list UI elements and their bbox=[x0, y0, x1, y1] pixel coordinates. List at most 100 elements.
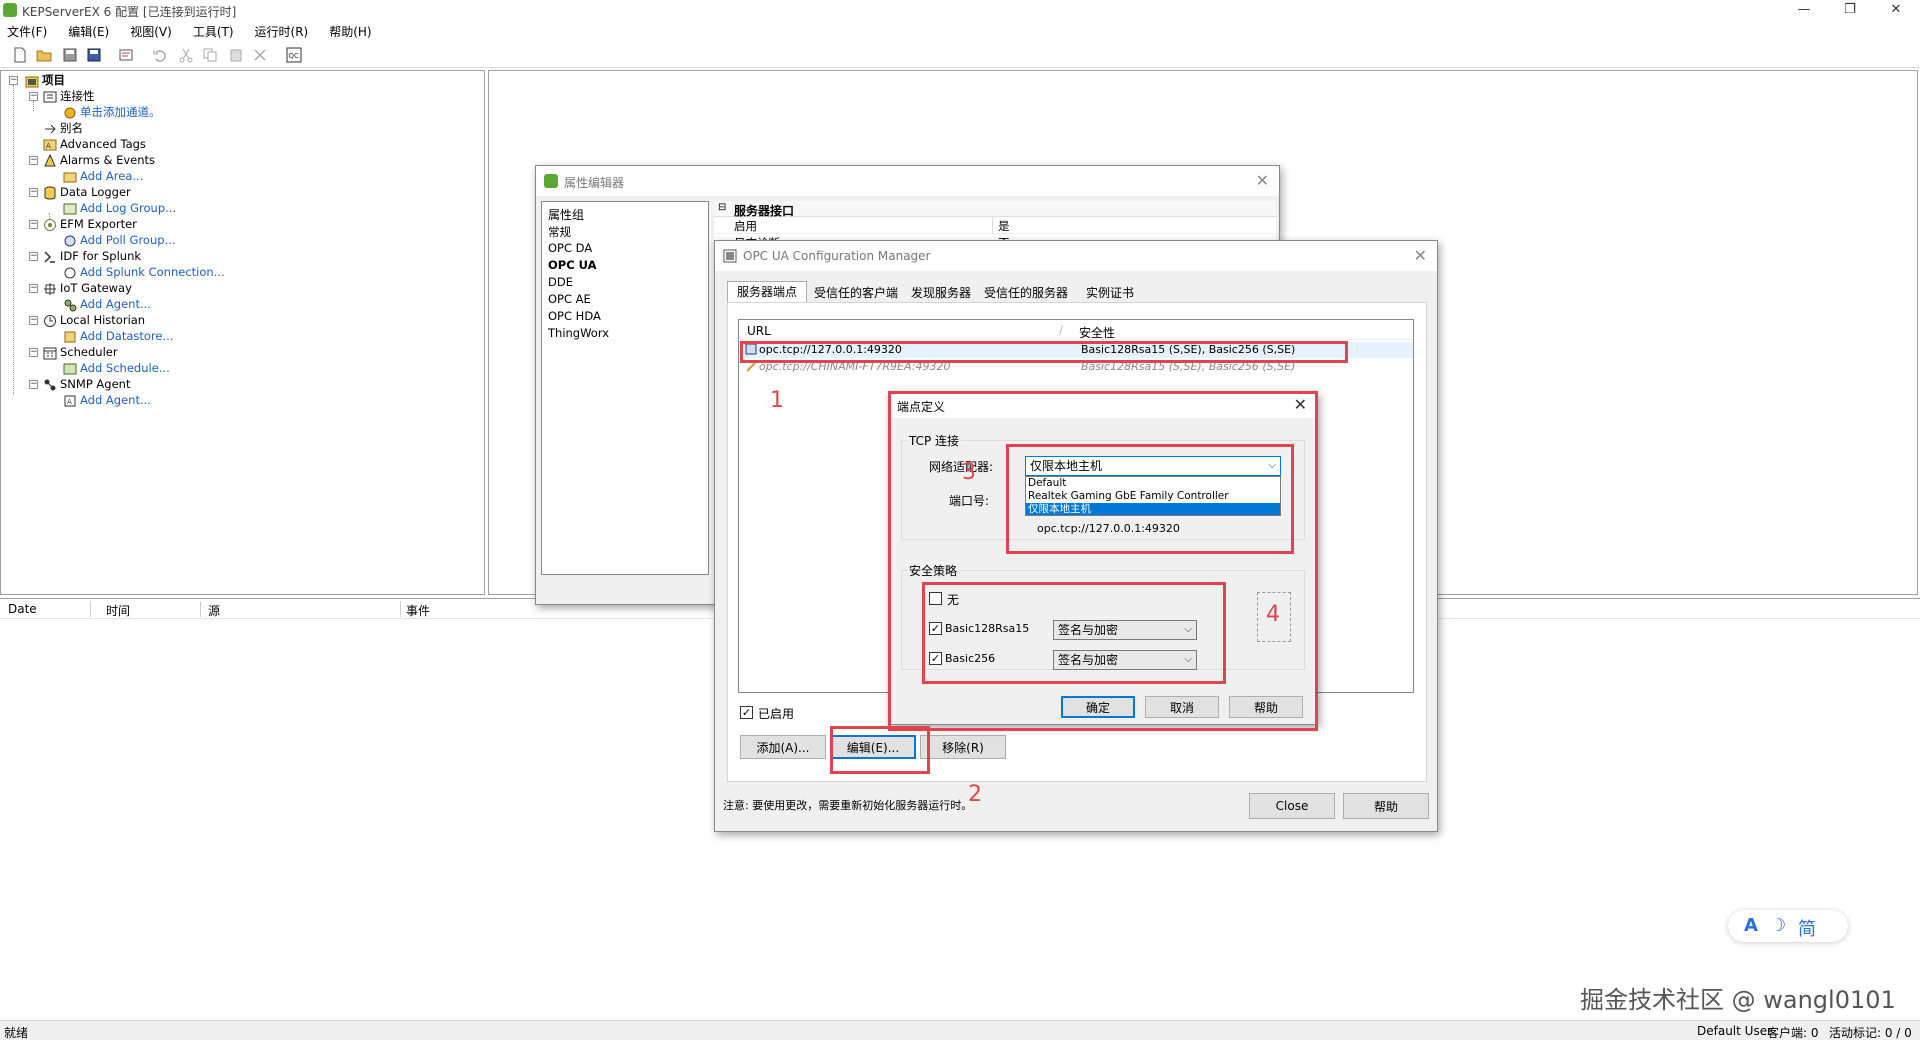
group-opc-hda[interactable]: OPC HDA bbox=[548, 309, 601, 323]
expand-toggle-splunk[interactable]: − bbox=[29, 252, 38, 261]
ime-simplified-label: 简 bbox=[1798, 919, 1816, 940]
adapter-option-realtek[interactable]: Realtek Gaming GbE Family Controller bbox=[1026, 490, 1280, 503]
group-general[interactable]: 常规 bbox=[548, 224, 571, 240]
menu-help[interactable]: 帮助(H) bbox=[329, 22, 371, 42]
endpoint-ok-button[interactable]: 确定 bbox=[1061, 696, 1135, 718]
open-folder-icon[interactable] bbox=[36, 47, 52, 63]
advanced-tags-icon: A bbox=[43, 139, 57, 150]
paste-icon[interactable] bbox=[228, 47, 244, 63]
tab-discovery-servers[interactable]: 发现服务器 bbox=[905, 283, 977, 303]
adapter-option-localhost[interactable]: 仅限本地主机 bbox=[1026, 503, 1280, 515]
tree-item-add-schedule[interactable]: Add Schedule... bbox=[63, 360, 170, 376]
tree-item-alias[interactable]: 别名 bbox=[43, 120, 83, 136]
adapter-combo[interactable]: 仅限本地主机 ⌵ bbox=[1025, 456, 1281, 476]
save-as-icon[interactable] bbox=[86, 47, 102, 63]
cut-icon[interactable] bbox=[178, 47, 194, 63]
menu-edit[interactable]: 编辑(E) bbox=[68, 22, 109, 42]
expand-toggle-scheduler[interactable]: − bbox=[29, 348, 38, 357]
status-text: 就绪 bbox=[4, 1026, 29, 1040]
menu-file[interactable]: 文件(F) bbox=[7, 22, 47, 42]
expand-toggle-connectivity[interactable]: − bbox=[29, 92, 38, 101]
group-opc-ae[interactable]: OPC AE bbox=[548, 292, 591, 306]
menu-view[interactable]: 视图(V) bbox=[130, 22, 172, 42]
opcua-close-button[interactable]: Close bbox=[1249, 793, 1335, 819]
maximize-button[interactable]: ❐ bbox=[1830, 0, 1870, 22]
tree-item-scheduler[interactable]: Scheduler bbox=[43, 344, 118, 360]
enabled-checkbox[interactable]: ✓ bbox=[740, 706, 753, 719]
ime-indicator[interactable]: A ☽ 简 bbox=[1728, 910, 1848, 942]
tree-item-add-area[interactable]: Add Area... bbox=[63, 168, 143, 184]
tree-item-add-agent-iot[interactable]: Add Agent... bbox=[63, 296, 151, 312]
col-security[interactable]: 安全性 bbox=[1079, 324, 1115, 341]
tree-item-idf-splunk[interactable]: IDF for Splunk bbox=[43, 248, 141, 264]
menu-tools[interactable]: 工具(T) bbox=[193, 22, 234, 42]
tree-item-add-datastore[interactable]: Add Datastore... bbox=[63, 328, 173, 344]
menu-runtime[interactable]: 运行时(R) bbox=[255, 22, 309, 42]
tree-item-efm-exporter[interactable]: EFM Exporter bbox=[43, 216, 137, 232]
endpoint-url-preview: opc.tcp://127.0.0.1:49320 bbox=[1037, 522, 1180, 535]
security-group-label: 安全策略 bbox=[907, 562, 960, 579]
property-row-enable[interactable]: 启用 是 bbox=[714, 216, 1276, 234]
endpoint-row-localhost[interactable]: opc.tcp://127.0.0.1:49320 Basic128Rsa15 … bbox=[739, 342, 1413, 358]
copy-icon[interactable] bbox=[202, 47, 218, 63]
expand-toggle-alarms[interactable]: − bbox=[29, 156, 38, 165]
tree-item-alarms-events[interactable]: Alarms & Events bbox=[43, 152, 155, 168]
remove-endpoint-button[interactable]: 移除(R) bbox=[920, 735, 1006, 759]
tab-trusted-clients[interactable]: 受信任的客户端 bbox=[807, 283, 905, 303]
group-opc-ua[interactable]: OPC UA bbox=[548, 258, 597, 272]
opcua-help-button[interactable]: 帮助 bbox=[1343, 793, 1429, 819]
endpoint-cancel-button[interactable]: 取消 bbox=[1145, 696, 1219, 718]
tree-item-add-splunk-connection[interactable]: Add Splunk Connection... bbox=[63, 264, 225, 280]
col-date[interactable]: Date bbox=[8, 602, 37, 616]
policy-basic256-checkbox[interactable]: ✓ bbox=[929, 652, 942, 665]
group-dde[interactable]: DDE bbox=[548, 275, 573, 289]
policy-basic128-mode[interactable]: 签名与加密 ⌵ bbox=[1053, 620, 1197, 640]
tree-item-add-log-group[interactable]: Add Log Group... bbox=[63, 200, 176, 216]
col-source[interactable]: 源 bbox=[208, 602, 220, 619]
tree-item-data-logger[interactable]: Data Logger bbox=[43, 184, 131, 200]
policy-basic256-mode[interactable]: 签名与加密 ⌵ bbox=[1053, 650, 1197, 670]
expand-toggle-root[interactable]: − bbox=[9, 76, 18, 85]
log-group-icon bbox=[63, 203, 77, 214]
edit-endpoint-button[interactable]: 编辑(E)... bbox=[830, 735, 916, 759]
col-url[interactable]: URL bbox=[747, 324, 771, 338]
group-thingworx[interactable]: ThingWorx bbox=[548, 326, 609, 340]
endpoint-row-hostname[interactable]: opc.tcp://CHINAMI-FT7R9EA:49320 Basic128… bbox=[739, 359, 1413, 375]
expand-toggle-efm[interactable]: − bbox=[29, 220, 38, 229]
expand-toggle-historian[interactable]: − bbox=[29, 316, 38, 325]
delete-icon[interactable] bbox=[252, 47, 268, 63]
property-editor-close-icon[interactable]: ✕ bbox=[1256, 171, 1269, 190]
tree-item-connectivity[interactable]: 连接性 bbox=[43, 88, 95, 104]
expand-toggle-iot[interactable]: − bbox=[29, 284, 38, 293]
opcua-close-icon[interactable]: ✕ bbox=[1414, 246, 1427, 265]
tab-trusted-servers[interactable]: 受信任的服务器 bbox=[977, 283, 1075, 303]
policy-none-checkbox[interactable] bbox=[929, 592, 942, 605]
tree-item-add-channel[interactable]: 单击添加通道。 bbox=[63, 104, 161, 120]
policy-basic128-checkbox[interactable]: ✓ bbox=[929, 622, 942, 635]
expand-toggle-snmp[interactable]: − bbox=[29, 380, 38, 389]
tab-server-endpoints[interactable]: 服务器端点 bbox=[727, 281, 807, 303]
new-file-icon[interactable] bbox=[12, 47, 28, 63]
close-button[interactable]: ✕ bbox=[1876, 0, 1916, 22]
tree-item-iot-gateway[interactable]: IoT Gateway bbox=[43, 280, 132, 296]
col-event[interactable]: 事件 bbox=[406, 602, 430, 619]
tab-instance-certificate[interactable]: 实例证书 bbox=[1075, 283, 1145, 303]
col-time[interactable]: 时间 bbox=[106, 602, 130, 619]
adapter-option-default[interactable]: Default bbox=[1026, 477, 1280, 490]
expand-toggle-data-logger[interactable]: − bbox=[29, 188, 38, 197]
endpoint-help-button[interactable]: 帮助 bbox=[1229, 696, 1303, 718]
save-icon[interactable] bbox=[62, 47, 78, 63]
add-endpoint-button[interactable]: 添加(A)... bbox=[740, 735, 826, 759]
tree-item-add-agent-snmp[interactable]: A Add Agent... bbox=[63, 392, 151, 408]
properties-icon[interactable] bbox=[118, 47, 134, 63]
tree-item-advanced-tags[interactable]: A Advanced Tags bbox=[43, 136, 146, 152]
group-opc-da[interactable]: OPC DA bbox=[548, 241, 592, 255]
minimize-button[interactable]: — bbox=[1784, 0, 1824, 22]
undo-icon[interactable] bbox=[152, 47, 168, 63]
endpoint-close-icon[interactable]: ✕ bbox=[1294, 395, 1307, 414]
tree-item-snmp-agent[interactable]: SNMP Agent bbox=[43, 376, 130, 392]
tree-item-project[interactable]: 项目 bbox=[25, 72, 65, 88]
tree-item-local-historian[interactable]: Local Historian bbox=[43, 312, 145, 328]
tree-item-add-poll-group[interactable]: Add Poll Group... bbox=[63, 232, 176, 248]
quick-client-icon[interactable]: QC bbox=[286, 47, 302, 63]
